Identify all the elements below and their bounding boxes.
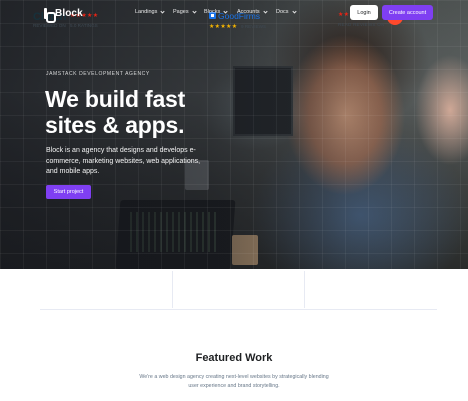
- chevron-down-icon: [160, 8, 165, 14]
- brand-name: Block: [55, 7, 83, 19]
- brand-logo[interactable]: Block: [44, 6, 83, 23]
- divider: [304, 271, 305, 308]
- create-account-button[interactable]: Create account: [382, 5, 433, 20]
- featured-work-title: Featured Work: [195, 352, 273, 364]
- chevron-down-icon: [291, 8, 297, 14]
- start-project-button[interactable]: Start project: [46, 185, 91, 199]
- hero-description: Block is an agency that designs and deve…: [46, 147, 201, 175]
- nav-item-docs[interactable]: Docs: [276, 8, 297, 15]
- hero-headline-line-1: We build fast: [45, 86, 186, 112]
- chevron-down-icon: [223, 8, 228, 14]
- nav-item-label: Docs: [276, 9, 289, 15]
- nav-item-accounts[interactable]: Accounts: [237, 8, 268, 15]
- login-button[interactable]: Login: [350, 5, 378, 20]
- nav-item-label: Accounts: [237, 9, 260, 15]
- featured-work-subtitle: We're a web design agency creating next-…: [139, 374, 329, 389]
- divider: [172, 271, 173, 308]
- chevron-down-icon: [191, 8, 197, 14]
- nav-item-label: Landings: [135, 9, 158, 15]
- top-navbar: Block Landings Pages Blocks Accounts Doc…: [0, 0, 468, 26]
- hero-headline-line-2: sites & apps.: [45, 112, 185, 138]
- chevron-down-icon: [263, 8, 268, 14]
- nav-item-label: Blocks: [204, 9, 221, 15]
- hero-eyebrow: JAMSTACK DEVELOPMENT AGENCY: [46, 71, 150, 77]
- block-logo-icon: [44, 7, 56, 23]
- nav-item-landings[interactable]: Landings: [135, 8, 165, 15]
- nav-item-pages[interactable]: Pages: [173, 8, 197, 15]
- clutch-review[interactable]: [40, 269, 172, 310]
- nav-item-label: Pages: [173, 9, 189, 15]
- hero-headline: We build fast sites & apps.: [45, 86, 245, 138]
- nav-item-blocks[interactable]: Blocks: [204, 8, 228, 15]
